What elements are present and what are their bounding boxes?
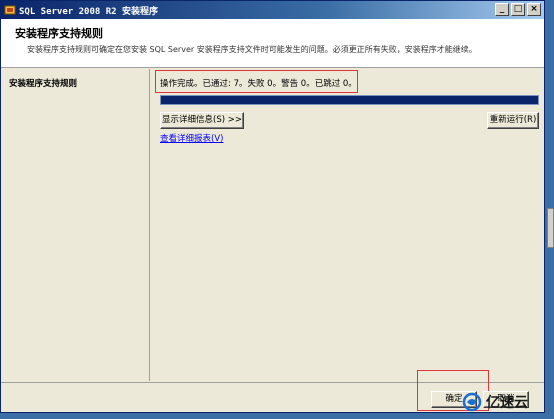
watermark: 亿速云 bbox=[462, 392, 528, 412]
progress-bar bbox=[160, 95, 539, 105]
progress-fill bbox=[161, 96, 538, 104]
sidebar: 安装程序支持规则 bbox=[1, 69, 150, 381]
sql-server-icon bbox=[4, 5, 16, 15]
close-button[interactable]: × bbox=[527, 3, 541, 16]
page-description: 安装程序支持规则可确定在您安装 SQL Server 安装程序支持文件时可能发生… bbox=[27, 45, 477, 54]
window-title: SQL Server 2008 R2 安装程序 bbox=[19, 7, 158, 17]
title-bar[interactable]: SQL Server 2008 R2 安装程序 _ □ × bbox=[1, 1, 544, 19]
rerun-button[interactable]: 重新运行(R) bbox=[487, 112, 539, 129]
page-title: 安装程序支持规则 bbox=[15, 27, 103, 40]
minimize-button[interactable]: _ bbox=[495, 3, 509, 16]
maximize-button[interactable]: □ bbox=[511, 3, 525, 16]
watermark-text: 亿速云 bbox=[486, 395, 528, 411]
view-report-link[interactable]: 查看详细报表(V) bbox=[160, 132, 223, 144]
show-details-button[interactable]: 显示详细信息(S) >> bbox=[160, 112, 244, 129]
background-window-edge bbox=[547, 208, 554, 248]
yisu-logo-icon bbox=[462, 392, 482, 412]
window-controls: _ □ × bbox=[495, 3, 541, 16]
sidebar-item-support-rules[interactable]: 安装程序支持规则 bbox=[9, 77, 77, 89]
page-header: 安装程序支持规则 安装程序支持规则可确定在您安装 SQL Server 安装程序… bbox=[1, 19, 544, 68]
installer-window: SQL Server 2008 R2 安装程序 _ □ × 安装程序支持规则 安… bbox=[0, 0, 545, 413]
main-content: 操作完成。已通过: 7。失败 0。警告 0。已跳过 0。 显示详细信息(S) >… bbox=[151, 69, 544, 381]
operation-status: 操作完成。已通过: 7。失败 0。警告 0。已跳过 0。 bbox=[160, 79, 357, 89]
